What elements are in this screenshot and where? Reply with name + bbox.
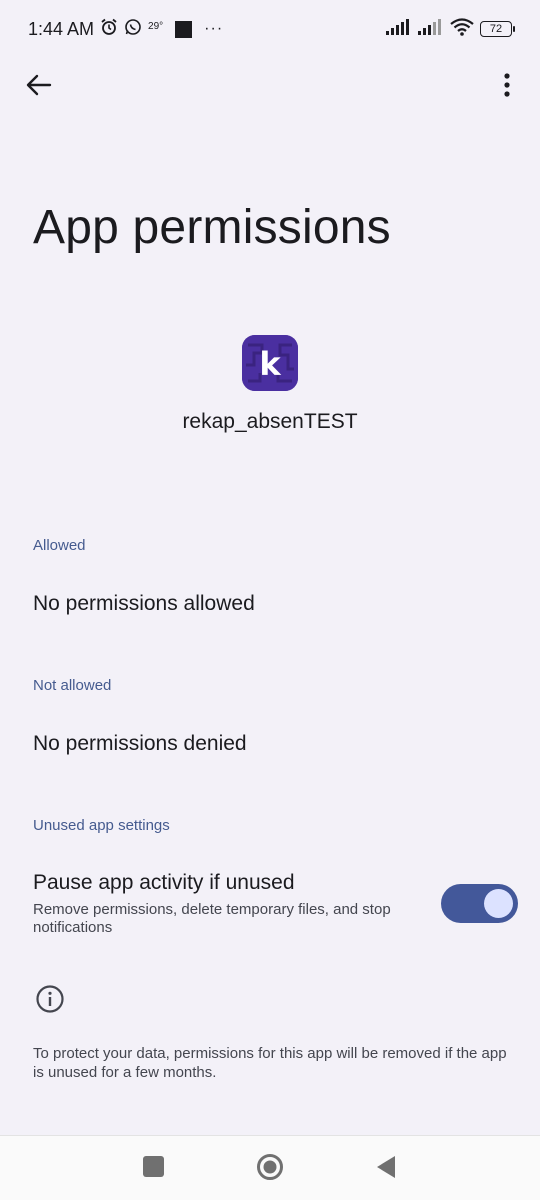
section-header-not-allowed: Not allowed [33, 677, 112, 694]
status-time: 1:44 AM [28, 18, 95, 39]
more-options-button[interactable] [490, 68, 524, 102]
system-navigation-bar [0, 1135, 540, 1200]
pause-app-activity-summary: Remove permissions, delete temporary fil… [33, 901, 391, 936]
battery-icon: 72 [480, 21, 515, 37]
recents-button[interactable] [143, 1156, 164, 1177]
home-button[interactable] [256, 1153, 284, 1181]
arrow-back-icon [26, 74, 52, 96]
app-name: rekap_absenTEST [182, 410, 358, 433]
app-permissions-screen: 1:44 AM 29° ··· 72 App permissions k rek… [0, 0, 540, 1200]
back-button[interactable] [22, 68, 56, 102]
whatsapp-icon [124, 18, 142, 41]
app-icon-letter: k [259, 345, 281, 383]
pause-app-activity-title: Pause app activity if unused [33, 871, 295, 894]
temperature-text: 29° [148, 20, 164, 32]
footer-info-text: To protect your data, permissions for th… [33, 1045, 507, 1081]
app-icon: k [242, 335, 298, 391]
more-vert-icon [504, 73, 510, 97]
status-bar: 1:44 AM 29° ··· 72 [0, 0, 540, 58]
nav-back-triangle-icon [377, 1156, 395, 1178]
info-icon [35, 984, 65, 1014]
home-circle-icon [257, 1154, 283, 1180]
alarm-icon [100, 18, 118, 41]
pause-app-activity-toggle[interactable] [441, 884, 518, 923]
status-right: 72 [386, 17, 515, 41]
signal-icon-2 [418, 18, 444, 40]
section-header-unused: Unused app settings [33, 817, 170, 834]
nav-back-button[interactable] [375, 1154, 397, 1180]
more-notifications-icon: ··· [204, 20, 224, 37]
status-left: 1:44 AM 29° ··· [28, 18, 223, 41]
section-header-allowed: Allowed [33, 537, 86, 554]
toggle-thumb [484, 889, 513, 918]
wifi-icon [450, 17, 474, 41]
not-allowed-empty-item: No permissions denied [33, 732, 247, 755]
signal-icon [386, 18, 412, 40]
page-title: App permissions [33, 201, 391, 254]
allowed-empty-item: No permissions allowed [33, 592, 255, 615]
notification-square-icon [175, 20, 193, 38]
top-app-bar [0, 60, 540, 110]
